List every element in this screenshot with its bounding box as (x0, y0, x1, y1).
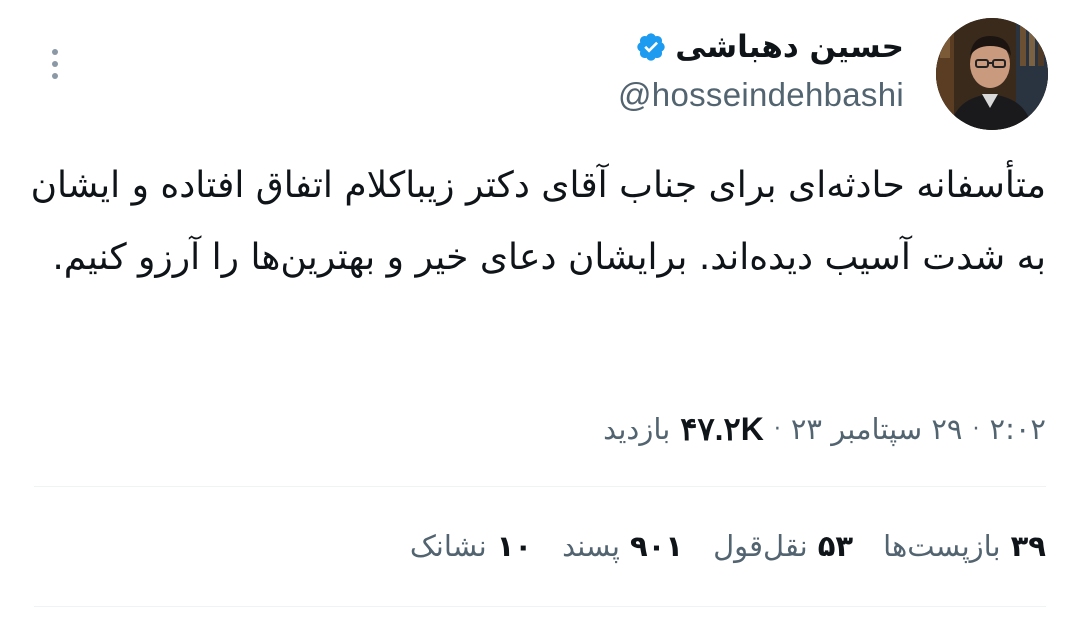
stat-count: ۹۰۱ (629, 529, 684, 563)
author-handle[interactable]: @hosseindehbashi (618, 76, 904, 114)
author-display-name[interactable]: حسین دهباشی (675, 29, 904, 65)
stat-reposts[interactable]: ۳۹ بازپست‌ها (883, 529, 1046, 563)
tweet-text: متأسفانه حادثه‌ای برای جناب آقای دکتر زی… (30, 165, 1046, 278)
avatar[interactable] (936, 18, 1048, 130)
stat-count: ۱۰ (496, 529, 533, 563)
more-dot-icon (52, 73, 58, 79)
stat-count: ۳۹ (1010, 529, 1046, 563)
tweet-meta: ۲:۰۲ · ۲۹ سپتامبر ۲۳ · ۴۷.۲K بازدید (603, 404, 1046, 454)
views-label: بازدید (603, 412, 671, 446)
divider (34, 486, 1046, 487)
stat-label: پسند (562, 529, 620, 563)
tweet-date[interactable]: ۲۹ سپتامبر ۲۳ (791, 412, 963, 446)
tweet-card: حسین دهباشی @hosseindehbashi متأسفانه حا… (0, 0, 1080, 618)
tweet-time[interactable]: ۲:۰۲ (990, 412, 1047, 446)
meta-separator: · (972, 416, 980, 442)
divider (34, 606, 1046, 607)
more-options-button[interactable] (40, 42, 70, 86)
stat-quotes[interactable]: ۵۳ نقل‌قول (713, 529, 853, 563)
author-name-row[interactable]: حسین دهباشی (635, 24, 904, 70)
stat-label: نشانک (409, 529, 487, 563)
more-dot-icon (52, 61, 58, 67)
stat-count: ۵۳ (817, 529, 854, 563)
more-dot-icon (52, 49, 58, 55)
stat-label: بازپست‌ها (883, 529, 1001, 563)
stat-likes[interactable]: ۹۰۱ پسند (562, 529, 683, 563)
engagement-stats: ۳۹ بازپست‌ها ۵۳ نقل‌قول ۹۰۱ پسند ۱۰ نشان… (410, 520, 1046, 572)
stat-bookmarks[interactable]: ۱۰ نشانک (410, 529, 532, 563)
profile-photo-icon (936, 18, 1048, 130)
stat-label: نقل‌قول (713, 529, 808, 563)
verified-badge-icon (637, 33, 665, 61)
views-count: ۴۷.۲K (680, 411, 764, 447)
meta-separator: · (773, 416, 781, 442)
